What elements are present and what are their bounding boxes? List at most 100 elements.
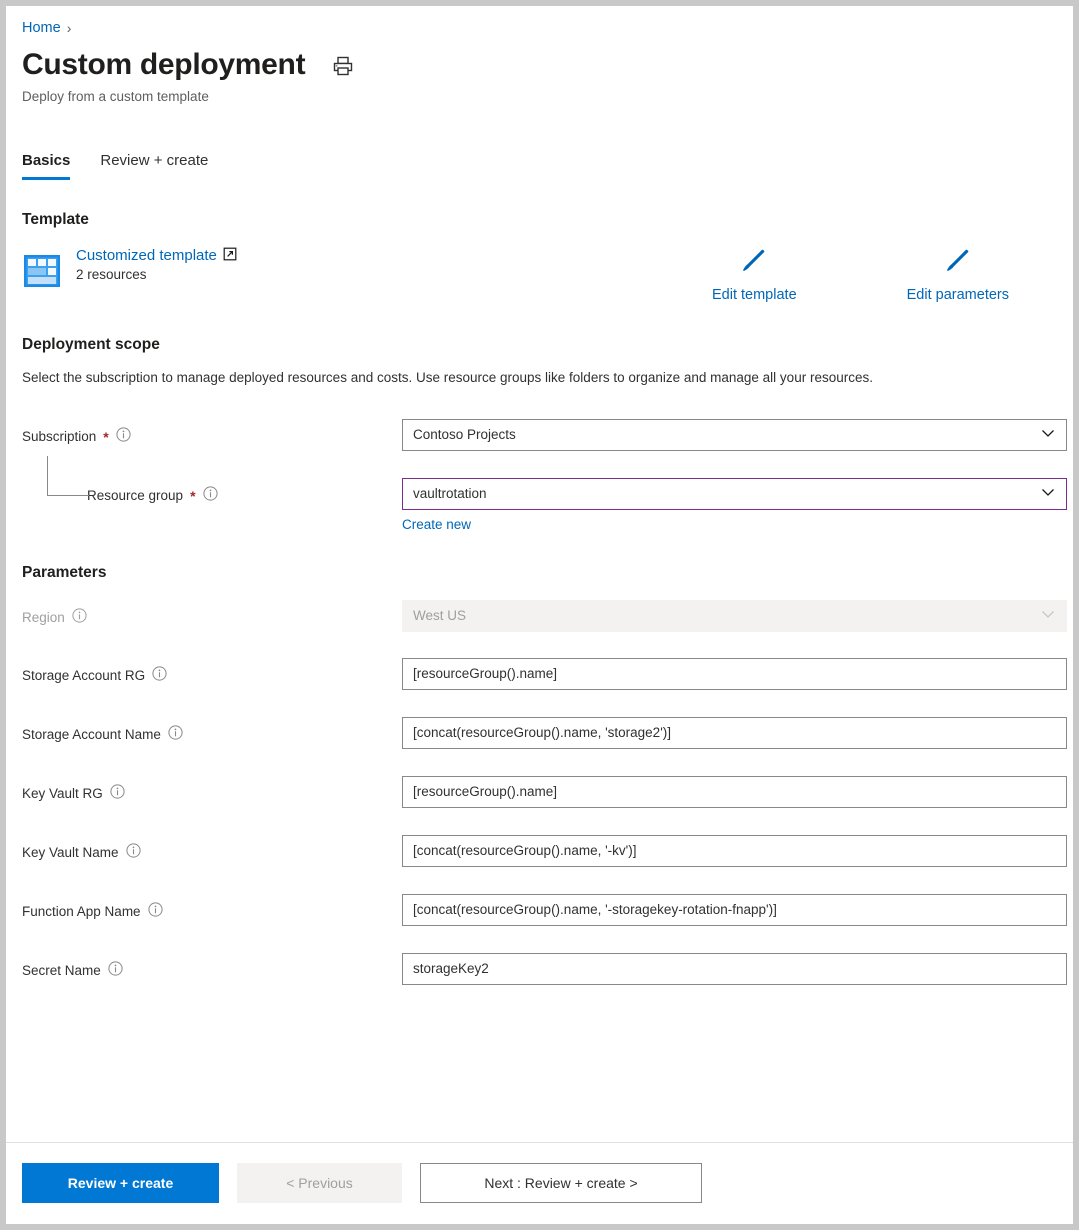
blade-content: Home › Custom deployment Deploy from a c… — [6, 6, 1073, 1142]
info-icon[interactable] — [108, 961, 123, 981]
deployment-scope-description: Select the subscription to manage deploy… — [22, 368, 1022, 389]
resource-group-label: Resource group — [87, 487, 183, 505]
create-new-resource-group-link[interactable]: Create new — [402, 517, 471, 532]
template-edit-actions: Edit template Edit parameters — [712, 243, 1009, 303]
template-link-row: Customized template — [76, 247, 237, 264]
template-text: Customized template 2 resources — [76, 247, 237, 282]
function-app-name-label: Function App Name — [22, 903, 141, 921]
template-heading: Template — [22, 211, 1073, 229]
edit-parameters-button[interactable]: Edit parameters — [907, 243, 1009, 303]
page-header: Custom deployment — [22, 48, 1073, 81]
region-value: West US — [413, 608, 1032, 623]
customized-template-link[interactable]: Customized template — [76, 247, 217, 264]
previous-button: < Previous — [237, 1163, 402, 1203]
blade-footer: Review + create < Previous Next : Review… — [6, 1142, 1073, 1224]
deployment-scope-heading: Deployment scope — [22, 336, 1073, 354]
external-link-icon — [223, 247, 237, 264]
subscription-field-wrap: Contoso Projects — [402, 419, 1067, 451]
storage-account-name-input[interactable]: [concat(resourceGroup().name, 'storage2'… — [402, 717, 1067, 749]
info-icon[interactable] — [110, 784, 125, 804]
region-label-group: Region — [22, 600, 402, 628]
resource-group-row: Resource group * vaultrotation — [22, 478, 1073, 532]
resource-group-dropdown[interactable]: vaultrotation — [402, 478, 1067, 510]
subscription-value: Contoso Projects — [413, 427, 1032, 442]
chevron-down-icon — [1040, 606, 1056, 625]
template-resource-count: 2 resources — [76, 267, 237, 282]
breadcrumb-chevron-icon: › — [67, 21, 72, 35]
chevron-down-icon — [1040, 425, 1056, 444]
key-vault-rg-field-wrap: [resourceGroup().name] — [402, 776, 1067, 808]
info-icon[interactable] — [116, 427, 131, 447]
storage-account-rg-label: Storage Account RG — [22, 667, 145, 685]
storage-account-rg-row: Storage Account RG [resourceGroup().name… — [22, 658, 1073, 690]
storage-account-rg-field-wrap: [resourceGroup().name] — [402, 658, 1067, 690]
secret-name-row: Secret Name storageKey2 — [22, 953, 1073, 985]
key-vault-name-value: [concat(resourceGroup().name, '-kv')] — [413, 843, 1056, 858]
storage-account-name-value: [concat(resourceGroup().name, 'storage2'… — [413, 725, 1056, 740]
function-app-name-value: [concat(resourceGroup().name, '-storagek… — [413, 902, 1056, 917]
key-vault-name-label-group: Key Vault Name — [22, 835, 402, 863]
secret-name-label-group: Secret Name — [22, 953, 402, 981]
key-vault-rg-label-group: Key Vault RG — [22, 776, 402, 804]
info-icon[interactable] — [168, 725, 183, 745]
subscription-dropdown[interactable]: Contoso Projects — [402, 419, 1067, 451]
info-icon[interactable] — [72, 608, 87, 628]
pencil-icon — [737, 243, 771, 280]
resource-group-value: vaultrotation — [413, 486, 1032, 501]
subscription-row: Subscription * Contoso Projects — [22, 419, 1073, 451]
region-dropdown: West US — [402, 600, 1067, 632]
required-indicator: * — [190, 489, 195, 503]
chevron-down-icon — [1040, 484, 1056, 503]
key-vault-name-row: Key Vault Name [concat(resourceGroup().n… — [22, 835, 1073, 867]
subscription-label-group: Subscription * — [22, 419, 402, 447]
function-app-name-field-wrap: [concat(resourceGroup().name, '-storagek… — [402, 894, 1067, 926]
secret-name-value: storageKey2 — [413, 961, 1056, 976]
tab-list: Basics Review + create — [22, 152, 1073, 180]
next-review-create-button[interactable]: Next : Review + create > — [420, 1163, 702, 1203]
secret-name-field-wrap: storageKey2 — [402, 953, 1067, 985]
portal-blade: Home › Custom deployment Deploy from a c… — [6, 6, 1073, 1224]
info-icon[interactable] — [148, 902, 163, 922]
review-create-button[interactable]: Review + create — [22, 1163, 219, 1203]
info-icon[interactable] — [152, 666, 167, 686]
footer-button-group: Review + create < Previous Next : Review… — [22, 1163, 1073, 1203]
edit-parameters-label: Edit parameters — [907, 287, 1009, 303]
key-vault-rg-row: Key Vault RG [resourceGroup().name] — [22, 776, 1073, 808]
function-app-name-label-group: Function App Name — [22, 894, 402, 922]
storage-account-name-label-group: Storage Account Name — [22, 717, 402, 745]
tab-basics[interactable]: Basics — [22, 152, 70, 180]
parameters-heading: Parameters — [22, 564, 1073, 582]
resource-group-label-group: Resource group * — [22, 478, 402, 506]
storage-account-rg-input[interactable]: [resourceGroup().name] — [402, 658, 1067, 690]
info-icon[interactable] — [126, 843, 141, 863]
info-icon[interactable] — [203, 486, 218, 506]
key-vault-name-label: Key Vault Name — [22, 844, 119, 862]
key-vault-rg-value: [resourceGroup().name] — [413, 784, 1056, 799]
breadcrumb-item-home[interactable]: Home — [22, 20, 61, 36]
region-field-wrap: West US — [402, 600, 1067, 632]
resource-group-field-wrap: vaultrotation Create new — [402, 478, 1067, 532]
key-vault-name-input[interactable]: [concat(resourceGroup().name, '-kv')] — [402, 835, 1067, 867]
template-summary: Customized template 2 resources — [22, 247, 1073, 305]
storage-account-name-label: Storage Account Name — [22, 726, 161, 744]
key-vault-rg-label: Key Vault RG — [22, 785, 103, 803]
page-title: Custom deployment — [22, 49, 305, 81]
storage-account-rg-value: [resourceGroup().name] — [413, 666, 1056, 681]
template-grid-icon — [22, 251, 62, 294]
storage-account-name-field-wrap: [concat(resourceGroup().name, 'storage2'… — [402, 717, 1067, 749]
pencil-icon — [941, 243, 975, 280]
edit-template-button[interactable]: Edit template — [712, 243, 797, 303]
breadcrumb: Home › — [22, 6, 1073, 36]
region-label: Region — [22, 609, 65, 627]
key-vault-name-field-wrap: [concat(resourceGroup().name, '-kv')] — [402, 835, 1067, 867]
secret-name-input[interactable]: storageKey2 — [402, 953, 1067, 985]
function-app-name-row: Function App Name [concat(resourceGroup(… — [22, 894, 1073, 926]
subscription-label: Subscription — [22, 428, 96, 446]
key-vault-rg-input[interactable]: [resourceGroup().name] — [402, 776, 1067, 808]
storage-account-name-row: Storage Account Name [concat(resourceGro… — [22, 717, 1073, 749]
page-subtitle: Deploy from a custom template — [22, 89, 1073, 104]
printer-icon[interactable] — [331, 54, 355, 81]
tab-review-create[interactable]: Review + create — [100, 152, 208, 180]
storage-account-rg-label-group: Storage Account RG — [22, 658, 402, 686]
function-app-name-input[interactable]: [concat(resourceGroup().name, '-storagek… — [402, 894, 1067, 926]
